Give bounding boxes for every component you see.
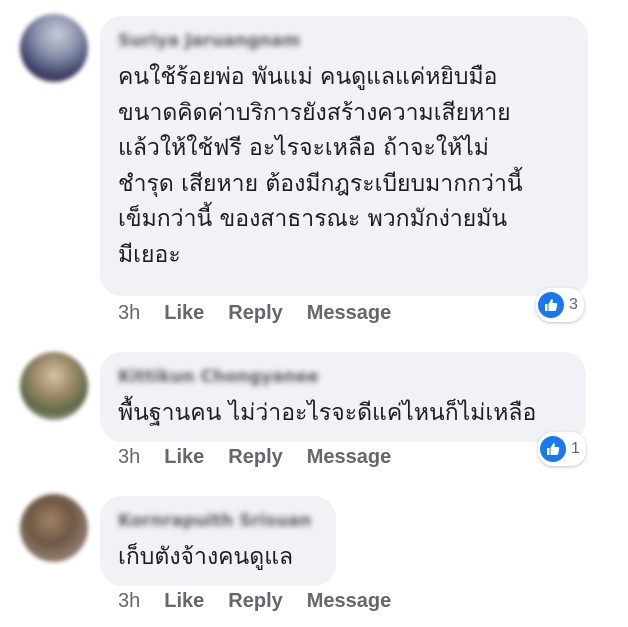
reaction-badge[interactable]: 1 (538, 432, 586, 466)
comment-author[interactable]: Kornrapuith Srisuan (118, 510, 314, 532)
reaction-count: 3 (569, 296, 578, 313)
comment-text: เก็บตังจ้างคนดูแล (118, 544, 294, 570)
comment-text: พื้นฐานคน ไม่ว่าอะไรจะดีแค่ไหนก็ไม่เหลือ (118, 400, 537, 426)
comment-bubble: Kittikun Chongyanee พื้นฐานคน ไม่ว่าอะไร… (100, 352, 586, 442)
comment-bubble: Kornrapuith Srisuan เก็บตังจ้างคนดูแล (100, 496, 336, 586)
message-button[interactable]: Message (307, 302, 392, 324)
comment-actions: 3h Like Reply Message (118, 444, 415, 470)
comment-bubble: Suriya Jaruangnam คนใช้ร้อยพ่อ พันแม่ คน… (100, 16, 588, 296)
reply-button[interactable]: Reply (228, 590, 282, 612)
avatar[interactable] (20, 14, 88, 82)
like-button[interactable]: Like (164, 590, 204, 612)
like-icon (538, 292, 564, 318)
comment-timestamp[interactable]: 3h (118, 446, 140, 468)
reaction-count: 1 (571, 440, 580, 457)
like-icon (540, 436, 566, 462)
avatar[interactable] (20, 494, 88, 562)
reaction-badge[interactable]: 3 (536, 288, 584, 322)
comment-author[interactable]: Kittikun Chongyanee (118, 366, 564, 388)
comment-thread: Suriya Jaruangnam คนใช้ร้อยพ่อ พันแม่ คน… (0, 0, 628, 627)
comment-actions: 3h Like Reply Message (118, 588, 415, 614)
message-button[interactable]: Message (307, 446, 392, 468)
message-button[interactable]: Message (307, 590, 392, 612)
comment-author[interactable]: Suriya Jaruangnam (118, 30, 566, 52)
reply-button[interactable]: Reply (228, 446, 282, 468)
comment-text: คนใช้ร้อยพ่อ พันแม่ คนดูแลแค่หยิบมือ ขนา… (118, 64, 523, 268)
comment-timestamp[interactable]: 3h (118, 590, 140, 612)
comment-actions: 3h Like Reply Message (118, 300, 415, 326)
comment-timestamp[interactable]: 3h (118, 302, 140, 324)
like-button[interactable]: Like (164, 302, 204, 324)
reply-button[interactable]: Reply (228, 302, 282, 324)
like-button[interactable]: Like (164, 446, 204, 468)
avatar[interactable] (20, 352, 88, 420)
